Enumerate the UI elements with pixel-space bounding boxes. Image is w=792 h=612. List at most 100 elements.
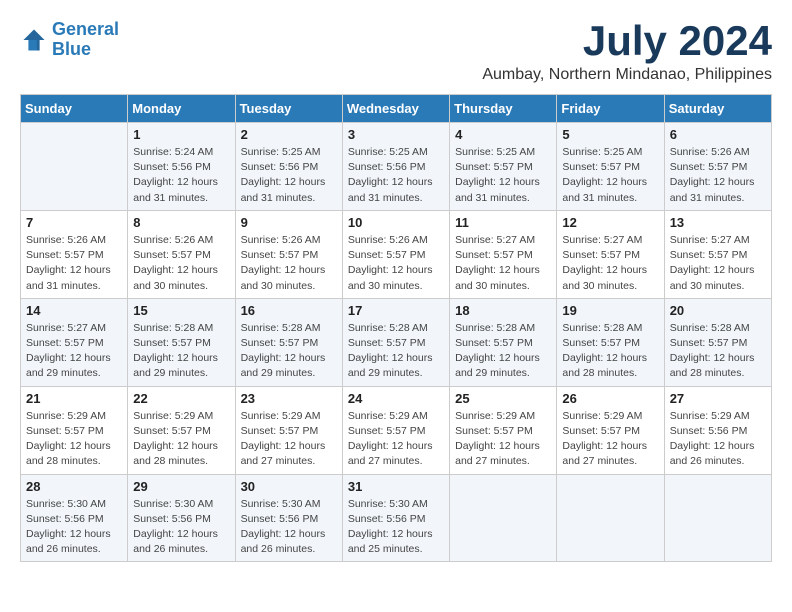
day-number: 24	[348, 391, 444, 406]
day-detail: Sunrise: 5:26 AM Sunset: 5:57 PM Dayligh…	[348, 233, 444, 294]
day-detail: Sunrise: 5:27 AM Sunset: 5:57 PM Dayligh…	[455, 233, 551, 294]
day-detail: Sunrise: 5:29 AM Sunset: 5:57 PM Dayligh…	[562, 409, 658, 470]
day-number: 25	[455, 391, 551, 406]
day-number: 17	[348, 303, 444, 318]
day-number: 30	[241, 479, 337, 494]
column-header-wednesday: Wednesday	[342, 95, 449, 123]
day-number: 27	[670, 391, 766, 406]
calendar-cell: 12 Sunrise: 5:27 AM Sunset: 5:57 PM Dayli…	[557, 210, 664, 298]
day-number: 13	[670, 215, 766, 230]
calendar-cell: 11 Sunrise: 5:27 AM Sunset: 5:57 PM Dayli…	[450, 210, 557, 298]
calendar-cell: 14 Sunrise: 5:27 AM Sunset: 5:57 PM Dayli…	[21, 298, 128, 386]
day-number: 18	[455, 303, 551, 318]
day-detail: Sunrise: 5:27 AM Sunset: 5:57 PM Dayligh…	[26, 321, 122, 382]
day-detail: Sunrise: 5:26 AM Sunset: 5:57 PM Dayligh…	[133, 233, 229, 294]
day-number: 11	[455, 215, 551, 230]
day-detail: Sunrise: 5:25 AM Sunset: 5:57 PM Dayligh…	[562, 145, 658, 206]
day-detail: Sunrise: 5:30 AM Sunset: 5:56 PM Dayligh…	[133, 497, 229, 558]
day-number: 4	[455, 127, 551, 142]
calendar-cell: 24Sunrise: 5:29 AM Sunset: 5:57 PM Dayli…	[342, 386, 449, 474]
logo-icon	[20, 26, 48, 54]
day-number: 14	[26, 303, 122, 318]
calendar-cell: 17 Sunrise: 5:28 AM Sunset: 5:57 PM Dayli…	[342, 298, 449, 386]
calendar-cell: 15 Sunrise: 5:28 AM Sunset: 5:57 PM Dayli…	[128, 298, 235, 386]
calendar-cell: 5 Sunrise: 5:25 AM Sunset: 5:57 PM Daylig…	[557, 123, 664, 211]
day-number: 8	[133, 215, 229, 230]
calendar-cell: 19 Sunrise: 5:28 AM Sunset: 5:57 PM Dayli…	[557, 298, 664, 386]
day-number: 28	[26, 479, 122, 494]
column-header-friday: Friday	[557, 95, 664, 123]
calendar-cell: 23Sunrise: 5:29 AM Sunset: 5:57 PM Dayli…	[235, 386, 342, 474]
column-header-saturday: Saturday	[664, 95, 771, 123]
calendar-cell: 9 Sunrise: 5:26 AM Sunset: 5:57 PM Daylig…	[235, 210, 342, 298]
day-number: 19	[562, 303, 658, 318]
calendar-cell	[450, 474, 557, 562]
day-number: 2	[241, 127, 337, 142]
day-number: 3	[348, 127, 444, 142]
calendar-cell: 18 Sunrise: 5:28 AM Sunset: 5:57 PM Dayli…	[450, 298, 557, 386]
column-header-thursday: Thursday	[450, 95, 557, 123]
day-number: 1	[133, 127, 229, 142]
column-header-sunday: Sunday	[21, 95, 128, 123]
day-detail: Sunrise: 5:26 AM Sunset: 5:57 PM Dayligh…	[670, 145, 766, 206]
day-detail: Sunrise: 5:24 AM Sunset: 5:56 PM Dayligh…	[133, 145, 229, 206]
day-number: 5	[562, 127, 658, 142]
calendar-cell: 8 Sunrise: 5:26 AM Sunset: 5:57 PM Daylig…	[128, 210, 235, 298]
calendar-cell: 26 Sunrise: 5:29 AM Sunset: 5:57 PM Dayli…	[557, 386, 664, 474]
day-detail: Sunrise: 5:29 AM Sunset: 5:57 PM Dayligh…	[133, 409, 229, 470]
calendar-cell: 7 Sunrise: 5:26 AM Sunset: 5:57 PM Daylig…	[21, 210, 128, 298]
day-number: 26	[562, 391, 658, 406]
calendar-week-row: 21 Sunrise: 5:29 AM Sunset: 5:57 PM Dayli…	[21, 386, 772, 474]
day-number: 22	[133, 391, 229, 406]
day-detail: Sunrise: 5:27 AM Sunset: 5:57 PM Dayligh…	[670, 233, 766, 294]
day-number: 23	[241, 391, 337, 406]
calendar-cell: 30 Sunrise: 5:30 AM Sunset: 5:56 PM Dayli…	[235, 474, 342, 562]
calendar-week-row: 7 Sunrise: 5:26 AM Sunset: 5:57 PM Daylig…	[21, 210, 772, 298]
day-number: 16	[241, 303, 337, 318]
day-number: 31	[348, 479, 444, 494]
day-detail: Sunrise: 5:28 AM Sunset: 5:57 PM Dayligh…	[670, 321, 766, 382]
day-detail: Sunrise: 5:25 AM Sunset: 5:57 PM Dayligh…	[455, 145, 551, 206]
day-number: 6	[670, 127, 766, 142]
day-detail: Sunrise: 5:30 AM Sunset: 5:56 PM Dayligh…	[241, 497, 337, 558]
day-detail: Sunrise: 5:28 AM Sunset: 5:57 PM Dayligh…	[562, 321, 658, 382]
day-number: 20	[670, 303, 766, 318]
day-number: 15	[133, 303, 229, 318]
calendar-cell: 16Sunrise: 5:28 AM Sunset: 5:57 PM Dayli…	[235, 298, 342, 386]
day-number: 7	[26, 215, 122, 230]
day-number: 29	[133, 479, 229, 494]
logo-text: General Blue	[52, 20, 119, 60]
calendar-header-row: SundayMondayTuesdayWednesdayThursdayFrid…	[21, 95, 772, 123]
calendar-table: SundayMondayTuesdayWednesdayThursdayFrid…	[20, 94, 772, 562]
day-detail: Sunrise: 5:29 AM Sunset: 5:56 PM Dayligh…	[670, 409, 766, 470]
calendar-week-row: 14 Sunrise: 5:27 AM Sunset: 5:57 PM Dayli…	[21, 298, 772, 386]
calendar-cell: 25Sunrise: 5:29 AM Sunset: 5:57 PM Dayli…	[450, 386, 557, 474]
column-header-monday: Monday	[128, 95, 235, 123]
calendar-week-row: 1 Sunrise: 5:24 AM Sunset: 5:56 PM Daylig…	[21, 123, 772, 211]
logo: General Blue	[20, 20, 119, 60]
day-number: 21	[26, 391, 122, 406]
calendar-cell: 20 Sunrise: 5:28 AM Sunset: 5:57 PM Dayli…	[664, 298, 771, 386]
day-detail: Sunrise: 5:28 AM Sunset: 5:57 PM Dayligh…	[133, 321, 229, 382]
location-title: Aumbay, Northern Mindanao, Philippines	[482, 66, 772, 84]
calendar-cell: 28Sunrise: 5:30 AM Sunset: 5:56 PM Dayli…	[21, 474, 128, 562]
calendar-cell: 10 Sunrise: 5:26 AM Sunset: 5:57 PM Dayli…	[342, 210, 449, 298]
day-detail: Sunrise: 5:27 AM Sunset: 5:57 PM Dayligh…	[562, 233, 658, 294]
calendar-cell: 3Sunrise: 5:25 AM Sunset: 5:56 PM Daylig…	[342, 123, 449, 211]
day-detail: Sunrise: 5:28 AM Sunset: 5:57 PM Dayligh…	[455, 321, 551, 382]
day-detail: Sunrise: 5:26 AM Sunset: 5:57 PM Dayligh…	[26, 233, 122, 294]
page-header: General Blue July 2024 Aumbay, Northern …	[20, 20, 772, 84]
day-detail: Sunrise: 5:29 AM Sunset: 5:57 PM Dayligh…	[26, 409, 122, 470]
calendar-cell: 31Sunrise: 5:30 AM Sunset: 5:56 PM Dayli…	[342, 474, 449, 562]
day-number: 9	[241, 215, 337, 230]
day-number: 10	[348, 215, 444, 230]
calendar-cell: 29 Sunrise: 5:30 AM Sunset: 5:56 PM Dayli…	[128, 474, 235, 562]
day-detail: Sunrise: 5:25 AM Sunset: 5:56 PM Dayligh…	[241, 145, 337, 206]
calendar-cell: 2 Sunrise: 5:25 AM Sunset: 5:56 PM Daylig…	[235, 123, 342, 211]
day-detail: Sunrise: 5:26 AM Sunset: 5:57 PM Dayligh…	[241, 233, 337, 294]
day-number: 12	[562, 215, 658, 230]
calendar-cell: 22 Sunrise: 5:29 AM Sunset: 5:57 PM Dayli…	[128, 386, 235, 474]
calendar-cell	[21, 123, 128, 211]
day-detail: Sunrise: 5:28 AM Sunset: 5:57 PM Dayligh…	[348, 321, 444, 382]
calendar-week-row: 28 Sunrise: 5:30 AM Sunset: 5:56 PM Dayli…	[21, 474, 772, 562]
